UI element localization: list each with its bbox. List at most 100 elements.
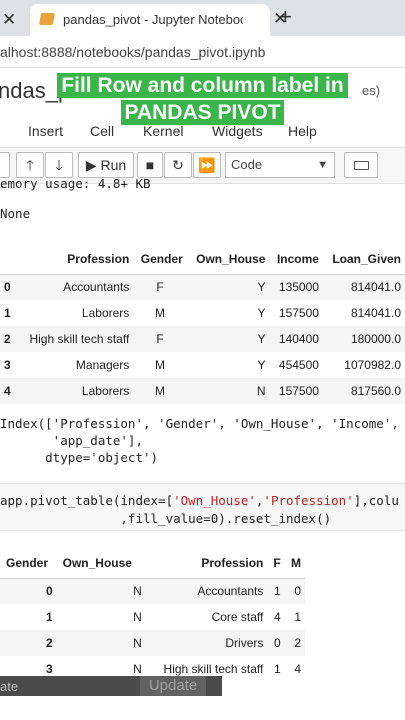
keyboard-icon <box>354 161 369 170</box>
pivot-result-table: Gender Own_House Profession F M 0 N Acco… <box>0 548 305 682</box>
table-cell: 0 <box>284 578 305 604</box>
move-down-button[interactable]: 🡓 <box>45 152 73 178</box>
table-row: 0 N Accountants 1 0 <box>0 578 305 604</box>
table-cell: N <box>58 630 146 656</box>
table-cell: 135000 <box>269 274 323 300</box>
menu-bar: Insert Cell Kernel Widgets Help <box>0 114 405 148</box>
column-header: Profession <box>18 244 134 275</box>
table-row: 4 Laborers M N 157500 817560.0 <box>0 378 405 404</box>
code-cell-pivot[interactable]: app.pivot_table(index=['Own_House','Prof… <box>0 483 405 531</box>
table-cell: 817560.0 <box>322 378 405 404</box>
table-cell: 814041.0 <box>322 274 405 300</box>
bottom-bar-text: ate <box>0 679 19 694</box>
interrupt-button[interactable]: ■ <box>137 152 163 178</box>
column-header: Profession <box>145 548 268 579</box>
table-cell: 2 <box>284 630 305 656</box>
table-cell: 2 <box>0 630 59 656</box>
arrow-up-icon: 🡑 <box>26 157 34 173</box>
table-cell: M <box>133 378 187 404</box>
table-cell: Core staff <box>211 610 264 624</box>
table-cell: Accountants <box>18 274 134 300</box>
stop-icon: ■ <box>145 157 155 173</box>
new-tab-button[interactable]: + <box>279 4 292 30</box>
table-cell: Laborers <box>81 306 130 320</box>
notebook-name[interactable]: ndas_pi <box>0 78 75 104</box>
table-cell: Y <box>186 274 270 300</box>
run-label: Run <box>100 157 127 173</box>
table-header-row: Gender Own_House Profession F M <box>0 548 305 579</box>
table-cell: Y <box>257 358 266 372</box>
table-cell: 180000.0 <box>322 326 405 352</box>
run-button[interactable]: ▶ Run <box>78 152 134 178</box>
browser-tab-active[interactable]: pandas_pivot - Jupyter Notebook ✕ <box>30 4 287 36</box>
table-header-row: Profession Gender Own_House Income Loan_… <box>0 244 405 275</box>
table-cell: N <box>186 378 270 404</box>
table-cell: 157500 <box>278 306 319 320</box>
address-bar[interactable]: alhost:8888/notebooks/pandas_pivot.ipynb <box>0 36 405 68</box>
bottom-update-bar: ate Update <box>0 676 222 696</box>
table-cell: 157500 <box>269 378 323 404</box>
restart-icon: ↻ <box>172 157 184 173</box>
table-cell: 1 <box>267 578 285 604</box>
tab-title: pandas_pivot - Jupyter Notebook <box>63 12 243 27</box>
close-tab-icon[interactable]: ✕ <box>2 10 16 30</box>
table-cell: 454500 <box>278 358 319 372</box>
cell-type-value: Code <box>231 157 263 172</box>
code-text: ],colu <box>353 493 399 508</box>
table-cell: 1 <box>273 662 281 676</box>
column-header: Own_House <box>186 244 270 275</box>
chevron-down-icon: ▼ <box>317 159 328 171</box>
table-cell: High skill tech staff <box>18 326 134 352</box>
browser-tab-strip: ✕ pandas_pivot - Jupyter Notebook ✕ + <box>0 0 405 36</box>
cell-type-select[interactable]: Code ▼ <box>225 152 335 178</box>
move-up-button[interactable]: 🡑 <box>16 152 44 178</box>
table-cell: M <box>155 306 166 320</box>
code-string: 'Own_House' <box>173 493 256 508</box>
update-button[interactable]: Update <box>140 676 206 696</box>
table-cell: 4 <box>294 662 301 676</box>
table-cell: Laborers <box>18 378 134 404</box>
restart-button[interactable]: ↻ <box>164 152 192 178</box>
menu-kernel[interactable]: Kernel <box>143 123 183 139</box>
row-index: 1 <box>4 306 11 320</box>
memory-usage-output: emory usage: 4.8+ KB <box>0 176 151 191</box>
menu-insert[interactable]: Insert <box>28 123 63 139</box>
row-index: 4 <box>0 378 18 404</box>
column-header: F <box>267 548 285 579</box>
column-header: Gender <box>133 244 187 275</box>
notebook-header: ndas_pi es) <box>0 68 405 114</box>
url-text[interactable]: alhost:8888/notebooks/pandas_pivot.ipynb <box>0 44 265 60</box>
table-cell: Drivers <box>145 630 268 656</box>
code-text: app.pivot_table(index=[ <box>0 493 174 508</box>
table-row: 1 Laborers M Y 157500 814041.0 <box>0 300 405 326</box>
table-cell: 814041.0 <box>350 306 401 320</box>
menu-help[interactable]: Help <box>288 123 317 139</box>
command-palette-button[interactable] <box>344 152 378 178</box>
index-output-line: 'app_date'], <box>0 433 143 448</box>
row-index: 2 <box>0 326 18 352</box>
table-cell: Accountants <box>145 578 268 604</box>
menu-widgets[interactable]: Widgets <box>212 123 263 139</box>
table-row: 2 High skill tech staff F Y 140400 18000… <box>0 326 405 352</box>
code-string: 'Profession' <box>263 493 354 508</box>
code-line[interactable]: ,fill_value=0).reset_index() <box>0 511 331 526</box>
restart-run-all-button[interactable]: ⏩ <box>193 152 221 178</box>
table-cell: Y <box>186 326 270 352</box>
table-cell: Managers <box>75 358 130 372</box>
table-cell: N <box>58 578 146 604</box>
menu-cell[interactable]: Cell <box>90 123 114 139</box>
table-cell: F <box>133 274 187 300</box>
browser-tab-previous[interactable]: ✕ <box>0 4 26 36</box>
table-cell: 1 <box>294 610 301 624</box>
column-header: Own_House <box>58 548 146 579</box>
table-cell: F <box>133 326 187 352</box>
code-line[interactable]: app.pivot_table(index=['Own_House','Prof… <box>0 493 399 508</box>
dataframe-head-table: Profession Gender Own_House Income Loan_… <box>0 244 405 404</box>
toolbar-clipped-button[interactable] <box>0 152 10 178</box>
column-header: M <box>284 548 305 579</box>
table-index-header <box>0 244 18 275</box>
table-cell: Y <box>257 306 266 320</box>
index-output-line: Index(['Profession', 'Gender', 'Own_Hous… <box>0 416 399 431</box>
table-cell: 0 <box>0 578 59 604</box>
none-output: None <box>0 206 31 221</box>
